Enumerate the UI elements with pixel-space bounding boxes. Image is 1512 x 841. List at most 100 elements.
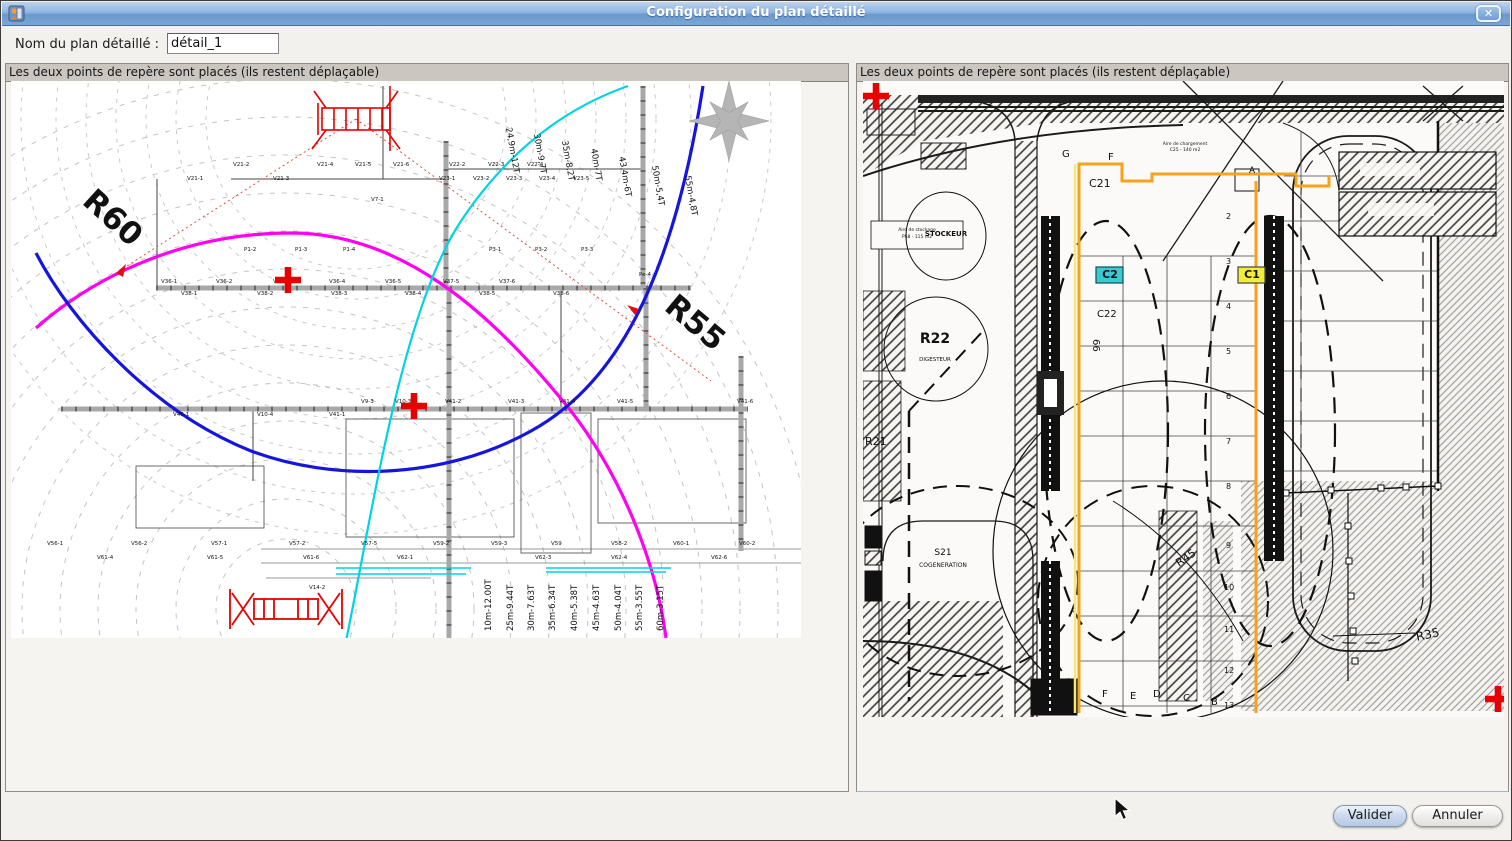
loading-blocks: [1339, 152, 1496, 236]
plan-label: V22-2: [449, 162, 465, 168]
plan-label: V36-2: [216, 279, 232, 285]
plan-label: 25m-9.44T: [506, 584, 516, 631]
plan-label: V57-1: [211, 541, 227, 547]
plan-label: Aire de chargement: [1163, 141, 1208, 147]
plan-label: V23-1: [439, 176, 455, 182]
plan-label: V23-5: [573, 176, 590, 182]
plan-label: C21: [1089, 177, 1111, 190]
plan-label: V40-1: [173, 412, 189, 418]
plan-label: V37-6: [499, 279, 516, 285]
plan-label: P1-2: [244, 247, 256, 253]
mouse-cursor: [1113, 797, 1131, 823]
plan-label: 30m-7.63T: [527, 584, 537, 631]
plan-name-label: Nom du plan détaillé :: [15, 37, 159, 52]
plan-label: V22-4: [527, 162, 544, 168]
right-plan-canvas[interactable]: STOCKEURR22DIGESTEURR21S21COGENERATIONC2…: [863, 81, 1504, 717]
cancel-button[interactable]: Annuler: [1412, 805, 1503, 827]
plan-label: C2: [1102, 268, 1118, 281]
validate-button[interactable]: Valider: [1333, 805, 1407, 827]
plan-label: V41-4: [559, 399, 576, 405]
plan-label: V14-2: [309, 585, 325, 591]
plan-label: 5: [1226, 347, 1231, 356]
plan-label: P3-1: [489, 247, 501, 253]
left-panel: Les deux points de repère sont placés (i…: [5, 63, 849, 792]
plan-label: V38-5: [479, 291, 496, 297]
plan-label: V38-1: [181, 291, 197, 297]
plan-label: V38-3: [331, 291, 348, 297]
plan-label: S21: [934, 548, 951, 558]
plan-label: 9: [1226, 541, 1231, 550]
plan-label: 11: [1224, 625, 1234, 634]
plan-label: V61-5: [207, 555, 224, 561]
dialog-window: Configuration du plan détaillé ✕ Nom du …: [0, 0, 1512, 841]
plan-label: P1-3: [295, 247, 308, 253]
plan-label: V60-2: [739, 541, 755, 547]
plan-label: V23-4: [539, 176, 556, 182]
plan-label: 3: [1226, 257, 1231, 266]
plan-label: COGENERATION: [919, 562, 967, 569]
plan-label: 66: [1090, 339, 1101, 352]
left-plan-canvas[interactable]: R60R5524,9m-12T30m-9,7T35m-8,2T40m-7T43,…: [11, 81, 801, 638]
plan-label: V59: [551, 541, 562, 547]
plan-label: R21: [865, 435, 887, 448]
plan-label: 2: [1226, 212, 1231, 221]
plan-label: V21-5: [355, 162, 372, 168]
left-plan[interactable]: R60R5524,9m-12T30m-9,7T35m-8,2T40m-7T43,…: [11, 81, 801, 638]
close-button[interactable]: ✕: [1476, 5, 1501, 22]
plan-label: D: [1153, 689, 1161, 700]
plan-label: P1-4: [343, 247, 356, 253]
plan-name-input[interactable]: [167, 33, 279, 54]
plan-label: PS8 - 115 m2: [902, 234, 932, 240]
plan-label: V59-2: [433, 541, 449, 547]
plan-label: 10m-12.00T: [484, 579, 494, 631]
plan-label: B: [1211, 697, 1218, 708]
plan-label: V61-4: [97, 555, 114, 561]
plan-label: G: [1062, 149, 1070, 160]
plan-label: V21-4: [317, 162, 334, 168]
plan-label: 10: [1224, 583, 1234, 592]
plan-label: V61-6: [303, 555, 320, 561]
plan-label: F: [1108, 152, 1114, 163]
plan-label: V41-6: [737, 399, 754, 405]
plan-label: DIGESTEUR: [919, 357, 951, 363]
plan-label: 7: [1226, 437, 1231, 446]
plan-label: V21-2: [233, 162, 249, 168]
plan-label: V56-1: [47, 541, 63, 547]
plan-label: Aire de stockage: [898, 227, 936, 233]
plan-label: 4: [1226, 302, 1231, 311]
plan-label: 35m-6.34T: [548, 584, 558, 631]
plan-label: 60m-3.15T: [656, 584, 666, 631]
plan-label: V41-1: [329, 412, 345, 418]
plan-label: 40m-5.38T: [570, 584, 580, 631]
plan-label: V22-3: [488, 162, 505, 168]
plan-label: V37-5: [443, 279, 460, 285]
plan-label: V58-2: [611, 541, 627, 547]
plan-label: C: [1183, 693, 1190, 704]
plan-label: E: [1130, 691, 1136, 702]
right-panel-header: Les deux points de repère sont placés (i…: [857, 64, 1508, 82]
plan-label: 50m-4.04T: [614, 584, 624, 631]
plan-label: V59-3: [491, 541, 508, 547]
plan-label: V41-3: [508, 399, 525, 405]
plan-label: R22: [920, 331, 950, 347]
plan-label: V10-4: [257, 412, 274, 418]
plan-label: 12: [1224, 666, 1234, 675]
plan-label: 13: [1224, 701, 1234, 710]
plan-label: V36-1: [161, 279, 177, 285]
plan-label: V57-2: [289, 541, 305, 547]
plan-label: V36-5: [385, 279, 402, 285]
right-panel: Les deux points de repère sont placés (i…: [856, 63, 1509, 792]
plan-label: Pe-4: [639, 272, 651, 278]
plan-label: V62-1: [397, 555, 413, 561]
window-title: Configuration du plan détaillé: [2, 5, 1510, 20]
plan-label: V21-1: [187, 176, 203, 182]
plan-label: A: [1249, 166, 1256, 176]
plan-label: V23-2: [473, 176, 489, 182]
plan-label: V56-2: [131, 541, 147, 547]
plan-label: C22: [1097, 309, 1117, 320]
plan-label: V62-4: [611, 555, 628, 561]
plan-label: C1: [1244, 268, 1260, 281]
right-plan[interactable]: STOCKEURR22DIGESTEURR21S21COGENERATIONC2…: [863, 81, 1504, 717]
plan-label: V62-6: [711, 555, 728, 561]
plan-label: V57-5: [361, 541, 378, 547]
